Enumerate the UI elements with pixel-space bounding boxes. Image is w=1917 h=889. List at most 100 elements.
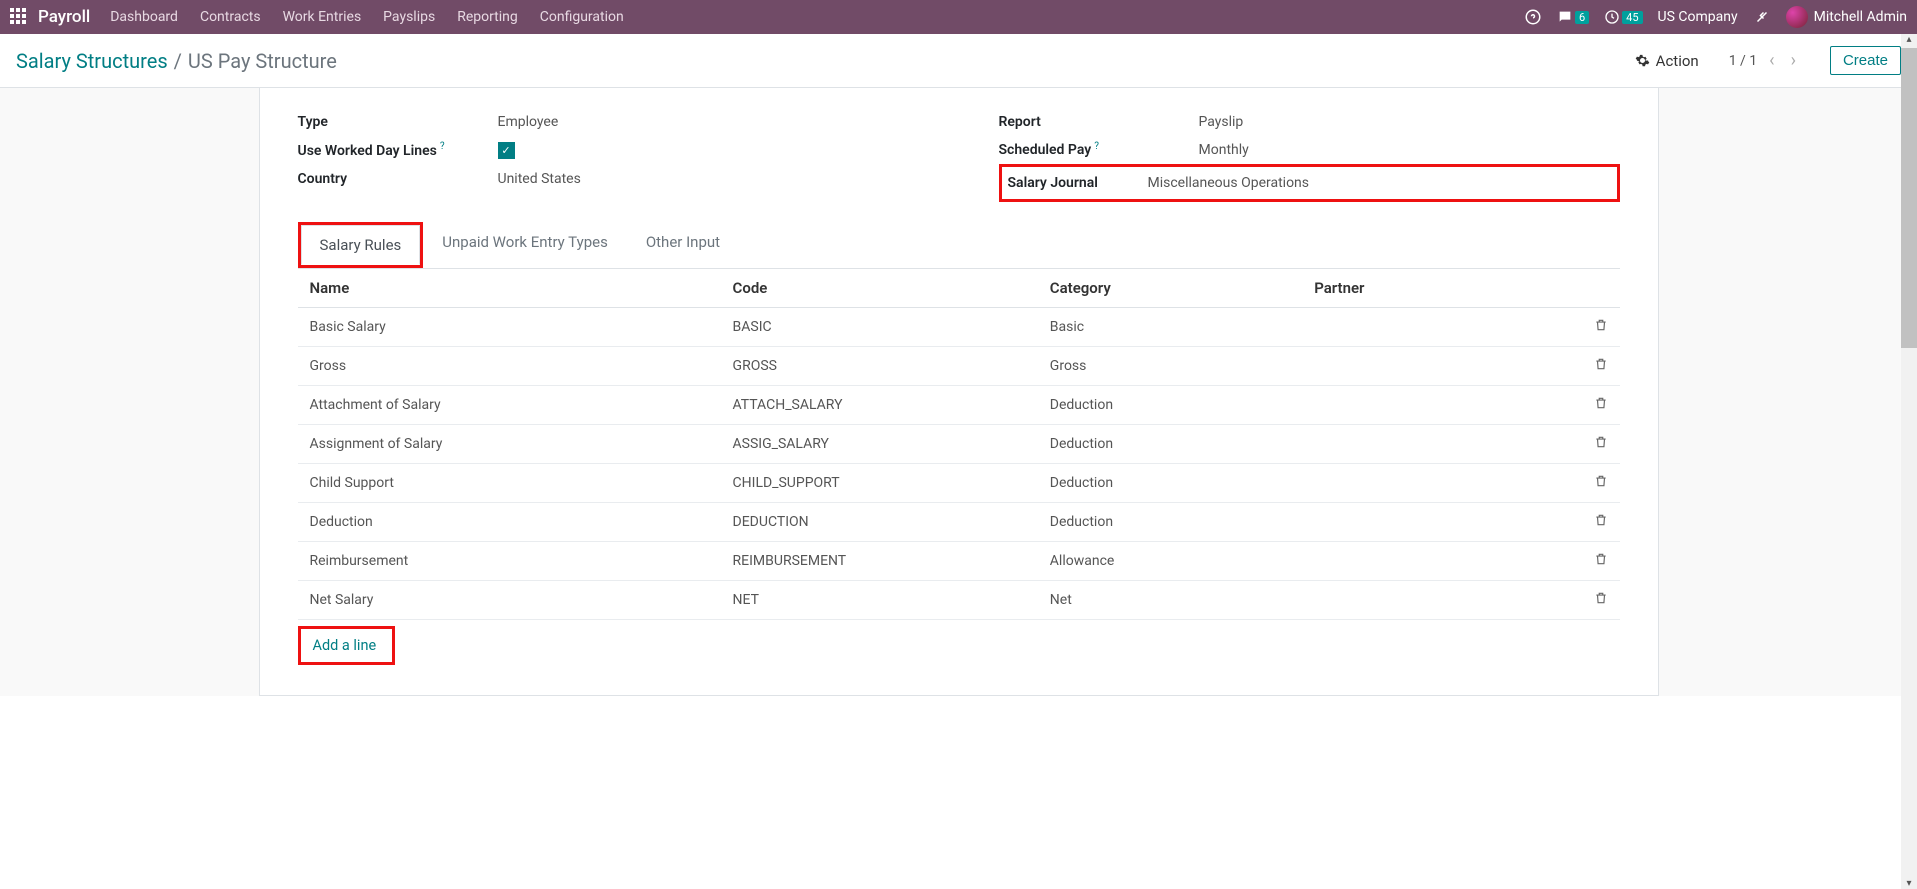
cell-code[interactable]: GROSS [721, 347, 1038, 386]
cell-name[interactable]: Child Support [298, 464, 721, 503]
trash-icon[interactable] [1594, 593, 1608, 609]
tab-salary-rules[interactable]: Salary Rules [301, 225, 421, 265]
scrollbar[interactable]: ▴ ▾ [1901, 34, 1917, 889]
worked-days-checkbox[interactable]: ✓ [498, 142, 515, 159]
table-row[interactable]: GrossGROSSGross [298, 347, 1620, 386]
cell-category[interactable]: Allowance [1038, 542, 1302, 581]
app-name: Payroll [38, 7, 90, 27]
tab-unpaid-work-entry[interactable]: Unpaid Work Entry Types [423, 222, 627, 269]
messages-badge: 6 [1575, 11, 1589, 24]
form-sheet: Type Employee Use Worked Day Lines? ✓ Co… [259, 88, 1659, 696]
col-header-category[interactable]: Category [1038, 269, 1302, 308]
help-icon[interactable]: ? [1094, 141, 1099, 152]
user-name: Mitchell Admin [1814, 9, 1907, 25]
trash-icon[interactable] [1594, 320, 1608, 336]
country-value[interactable]: United States [498, 171, 581, 187]
cell-partner[interactable] [1302, 542, 1540, 581]
table-row[interactable]: Assignment of SalaryASSIG_SALARYDeductio… [298, 425, 1620, 464]
cell-category[interactable]: Deduction [1038, 425, 1302, 464]
add-line-link[interactable]: Add a line [303, 629, 387, 662]
user-menu[interactable]: Mitchell Admin [1786, 6, 1907, 28]
cell-category[interactable]: Deduction [1038, 503, 1302, 542]
cell-category[interactable]: Deduction [1038, 464, 1302, 503]
cell-code[interactable]: REIMBURSEMENT [721, 542, 1038, 581]
cell-code[interactable]: BASIC [721, 308, 1038, 347]
col-header-code[interactable]: Code [721, 269, 1038, 308]
cell-name[interactable]: Basic Salary [298, 308, 721, 347]
main-menu: Dashboard Contracts Work Entries Payslip… [110, 9, 623, 25]
tab-other-input[interactable]: Other Input [627, 222, 739, 269]
cell-partner[interactable] [1302, 503, 1540, 542]
cell-name[interactable]: Attachment of Salary [298, 386, 721, 425]
cell-partner[interactable] [1302, 308, 1540, 347]
cell-name[interactable]: Gross [298, 347, 721, 386]
table-row[interactable]: Net SalaryNETNet [298, 581, 1620, 620]
scheduled-pay-value[interactable]: Monthly [1199, 142, 1249, 158]
activities-badge: 45 [1622, 11, 1642, 24]
messages-icon[interactable]: 6 [1557, 9, 1589, 25]
cell-code[interactable]: ASSIG_SALARY [721, 425, 1038, 464]
support-icon[interactable] [1524, 8, 1542, 26]
cell-category[interactable]: Gross [1038, 347, 1302, 386]
cell-partner[interactable] [1302, 347, 1540, 386]
trash-icon[interactable] [1594, 515, 1608, 531]
trash-icon[interactable] [1594, 476, 1608, 492]
apps-menu-icon[interactable] [10, 8, 28, 26]
highlight-add-line: Add a line [298, 626, 396, 665]
trash-icon[interactable] [1594, 398, 1608, 414]
trash-icon[interactable] [1594, 437, 1608, 453]
company-selector[interactable]: US Company [1658, 9, 1738, 25]
table-row[interactable]: ReimbursementREIMBURSEMENTAllowance [298, 542, 1620, 581]
cell-code[interactable]: ATTACH_SALARY [721, 386, 1038, 425]
table-row[interactable]: Basic SalaryBASICBasic [298, 308, 1620, 347]
report-value[interactable]: Payslip [1199, 114, 1244, 130]
cell-partner[interactable] [1302, 425, 1540, 464]
menu-dashboard[interactable]: Dashboard [110, 9, 178, 25]
action-dropdown[interactable]: Action [1635, 52, 1699, 70]
menu-work-entries[interactable]: Work Entries [283, 9, 362, 25]
menu-configuration[interactable]: Configuration [540, 9, 624, 25]
col-header-partner[interactable]: Partner [1302, 269, 1540, 308]
cell-partner[interactable] [1302, 464, 1540, 503]
cell-category[interactable]: Basic [1038, 308, 1302, 347]
notebook-tabs: Salary Rules Unpaid Work Entry Types Oth… [298, 222, 1620, 269]
menu-contracts[interactable]: Contracts [200, 9, 261, 25]
salary-journal-value[interactable]: Miscellaneous Operations [1148, 175, 1310, 191]
breadcrumb-separator: / [174, 49, 182, 73]
col-header-name[interactable]: Name [298, 269, 721, 308]
pager-next-icon[interactable]: › [1787, 50, 1800, 71]
trash-icon[interactable] [1594, 554, 1608, 570]
trash-icon[interactable] [1594, 359, 1608, 375]
scrollbar-thumb[interactable] [1901, 48, 1917, 348]
cell-name[interactable]: Reimbursement [298, 542, 721, 581]
salary-journal-label: Salary Journal [1008, 175, 1148, 191]
pager-value[interactable]: 1 / 1 [1729, 53, 1757, 69]
cell-category[interactable]: Deduction [1038, 386, 1302, 425]
cell-name[interactable]: Deduction [298, 503, 721, 542]
menu-payslips[interactable]: Payslips [383, 9, 435, 25]
cell-name[interactable]: Assignment of Salary [298, 425, 721, 464]
report-label: Report [999, 114, 1199, 130]
help-icon[interactable]: ? [440, 141, 445, 152]
gear-icon [1635, 53, 1650, 68]
cell-name[interactable]: Net Salary [298, 581, 721, 620]
table-row[interactable]: DeductionDEDUCTIONDeduction [298, 503, 1620, 542]
cell-partner[interactable] [1302, 386, 1540, 425]
cell-code[interactable]: CHILD_SUPPORT [721, 464, 1038, 503]
activities-icon[interactable]: 45 [1604, 9, 1642, 25]
top-nav: Payroll Dashboard Contracts Work Entries… [0, 0, 1917, 34]
cell-category[interactable]: Net [1038, 581, 1302, 620]
menu-reporting[interactable]: Reporting [457, 9, 518, 25]
cell-code[interactable]: NET [721, 581, 1038, 620]
debug-icon[interactable] [1753, 8, 1771, 26]
type-value[interactable]: Employee [498, 114, 559, 130]
create-button[interactable]: Create [1830, 46, 1901, 75]
cell-code[interactable]: DEDUCTION [721, 503, 1038, 542]
scheduled-pay-label: Scheduled Pay? [999, 142, 1199, 158]
salary-rules-table: Name Code Category Partner Basic SalaryB… [298, 269, 1620, 620]
cell-partner[interactable] [1302, 581, 1540, 620]
pager-prev-icon[interactable]: ‹ [1765, 50, 1778, 71]
breadcrumb-root[interactable]: Salary Structures [16, 49, 168, 73]
table-row[interactable]: Child SupportCHILD_SUPPORTDeduction [298, 464, 1620, 503]
table-row[interactable]: Attachment of SalaryATTACH_SALARYDeducti… [298, 386, 1620, 425]
